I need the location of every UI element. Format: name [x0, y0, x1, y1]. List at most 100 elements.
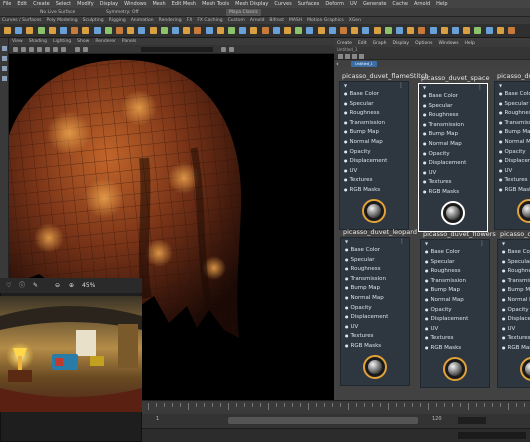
node-attribute[interactable]: ●Normal Map	[340, 137, 408, 147]
collapse-arrow-icon[interactable]: ▼	[499, 83, 502, 88]
node-attribute[interactable]: ● Specular	[341, 255, 409, 265]
node-attribute[interactable]: ●Bump Map	[340, 127, 408, 137]
viewport-menu-item[interactable]: Renderer	[95, 38, 116, 45]
attribute-port-icon[interactable]: ●	[502, 335, 506, 340]
node-options-icon[interactable]: ⋮	[399, 238, 405, 245]
clear-graph-icon[interactable]	[352, 54, 357, 59]
node-attribute[interactable]: ● UV	[495, 166, 530, 176]
shelf-tool-icon[interactable]	[228, 27, 235, 34]
attribute-port-icon[interactable]: ●	[425, 307, 429, 312]
node-attribute[interactable]: ● Opacity	[498, 305, 530, 315]
node-attribute[interactable]: ● Textures	[341, 331, 409, 341]
attribute-port-icon[interactable]: ●	[425, 259, 429, 264]
attribute-port-icon[interactable]: ●	[344, 110, 348, 115]
node-attribute[interactable]: ●Normal Map	[498, 295, 530, 305]
menu-item[interactable]: Help	[436, 0, 447, 8]
material-node-body[interactable]: ▼⋮●Base Color●Specular●Roughness●Transmi…	[420, 239, 490, 388]
edit-icon[interactable]: ✎	[33, 278, 38, 293]
node-attribute[interactable]: ●Base Color	[419, 91, 487, 101]
attribute-port-icon[interactable]: ●	[499, 187, 503, 192]
material-node[interactable]: picasso_duvet_▼⋮●Base Color●Specular●Rou…	[494, 72, 530, 230]
shelf-tool-icon[interactable]	[485, 27, 493, 34]
menu-item[interactable]: Deform	[325, 0, 344, 8]
attribute-port-icon[interactable]: ●	[499, 91, 503, 96]
attribute-port-icon[interactable]: ●	[345, 343, 349, 348]
shelf-tab[interactable]: Poly Modeling	[47, 17, 78, 24]
node-attribute[interactable]: ● Opacity	[495, 147, 530, 157]
material-node-body[interactable]: ▼⋮●Base Color●Specular●Roughness●Transmi…	[418, 83, 488, 232]
node-attribute[interactable]: ●Bump Map	[419, 129, 487, 139]
attribute-port-icon[interactable]: ●	[499, 101, 503, 106]
attribute-port-icon[interactable]: ●	[344, 158, 348, 163]
hypershade-menu-item[interactable]: Help	[465, 40, 475, 47]
shelf-tool-icon[interactable]	[496, 27, 504, 34]
collapse-arrow-icon[interactable]: ▼	[502, 241, 505, 246]
shelf-tool-icon[interactable]	[429, 27, 437, 34]
node-attribute[interactable]: ● UV	[421, 324, 489, 334]
node-attribute[interactable]: ● UV	[419, 168, 487, 178]
attribute-port-icon[interactable]: ●	[425, 287, 429, 292]
attribute-port-icon[interactable]: ●	[502, 307, 506, 312]
node-attribute[interactable]: ●Displacement	[421, 314, 489, 324]
attribute-port-icon[interactable]: ●	[499, 110, 503, 115]
menu-item[interactable]: Edit	[17, 0, 27, 8]
xray-icon[interactable]	[75, 47, 80, 52]
time-slider[interactable]	[142, 400, 530, 414]
node-attribute[interactable]: ● Textures	[419, 177, 487, 187]
hypershade-menu-item[interactable]: Options	[415, 40, 432, 47]
scale-tool-icon[interactable]	[2, 76, 7, 81]
shelf-tool-icon[interactable]	[463, 27, 471, 34]
shelf-tool-icon[interactable]	[440, 27, 448, 34]
node-attribute[interactable]: ●RGB Masks	[421, 343, 489, 353]
node-attribute[interactable]: ●Transmission	[340, 118, 408, 128]
shelf-tool-icon[interactable]	[508, 27, 515, 34]
breadcrumb[interactable]: Untitled_1	[351, 61, 377, 67]
material-preview-swatch[interactable]	[362, 198, 386, 223]
node-attribute[interactable]: ●Roughness	[495, 108, 530, 118]
shelf-tool-icon[interactable]	[362, 27, 370, 34]
node-attribute[interactable]: ●RGB Masks	[498, 343, 530, 353]
attribute-port-icon[interactable]: ●	[502, 345, 506, 350]
node-attribute[interactable]: ●Displacement	[341, 312, 409, 322]
shelf-tool-icon[interactable]	[48, 27, 56, 34]
collapse-arrow-icon[interactable]: ▼	[423, 85, 426, 90]
shelf-tool-icon[interactable]	[160, 27, 168, 34]
shelf-tool-icon[interactable]	[328, 27, 336, 34]
current-frame-field[interactable]	[458, 417, 486, 424]
attribute-port-icon[interactable]: ●	[502, 297, 506, 302]
attribute-port-icon[interactable]: ●	[345, 257, 349, 262]
node-attribute[interactable]: ●RGB Masks	[495, 185, 530, 195]
attribute-port-icon[interactable]: ●	[423, 160, 427, 165]
node-options-icon[interactable]: ⋮	[479, 240, 485, 247]
zoom-in-icon[interactable]: ⊕	[69, 278, 74, 293]
select-tool-icon[interactable]	[2, 46, 7, 51]
material-node[interactable]: picasso_duvet_leopard ▼ ⋮ ● Base Color ● Specu…	[340, 228, 417, 386]
attribute-port-icon[interactable]: ●	[502, 326, 506, 331]
attribute-port-icon[interactable]: ●	[423, 189, 427, 194]
shelf-tool-icon[interactable]	[116, 27, 123, 34]
attribute-port-icon[interactable]: ●	[423, 103, 427, 108]
node-attribute[interactable]: ●Base Color	[340, 89, 408, 99]
shelf-tab[interactable]: Curves / Surfaces	[2, 17, 42, 24]
hypershade-menu-item[interactable]: Edit	[358, 40, 367, 47]
shelf-tool-icon[interactable]	[474, 27, 482, 34]
attribute-port-icon[interactable]: ●	[425, 268, 429, 273]
shelf-tab[interactable]: FX	[187, 17, 193, 24]
shelf-tool-icon[interactable]	[149, 27, 157, 34]
attribute-port-icon[interactable]: ●	[502, 268, 506, 273]
isolate-icon[interactable]	[83, 47, 88, 52]
graph-output-icon[interactable]	[345, 54, 350, 59]
frame-all-icon[interactable]	[359, 54, 364, 59]
menu-item[interactable]: Curves	[274, 0, 291, 8]
shelf-tab[interactable]: Custom	[228, 17, 245, 24]
symmetry-setting[interactable]: Symmetry: Off	[106, 8, 139, 17]
shelf-tool-icon[interactable]	[194, 27, 202, 34]
node-attribute[interactable]: ● UV	[498, 324, 530, 334]
attribute-port-icon[interactable]: ●	[425, 297, 429, 302]
panel-layout-icon[interactable]	[229, 47, 234, 52]
attribute-port-icon[interactable]: ●	[423, 131, 427, 136]
node-attribute[interactable]: ●RGB Masks	[341, 341, 409, 351]
attribute-port-icon[interactable]: ●	[423, 122, 427, 127]
node-attribute[interactable]: ●Transmission	[341, 274, 409, 284]
attribute-port-icon[interactable]: ●	[345, 247, 349, 252]
